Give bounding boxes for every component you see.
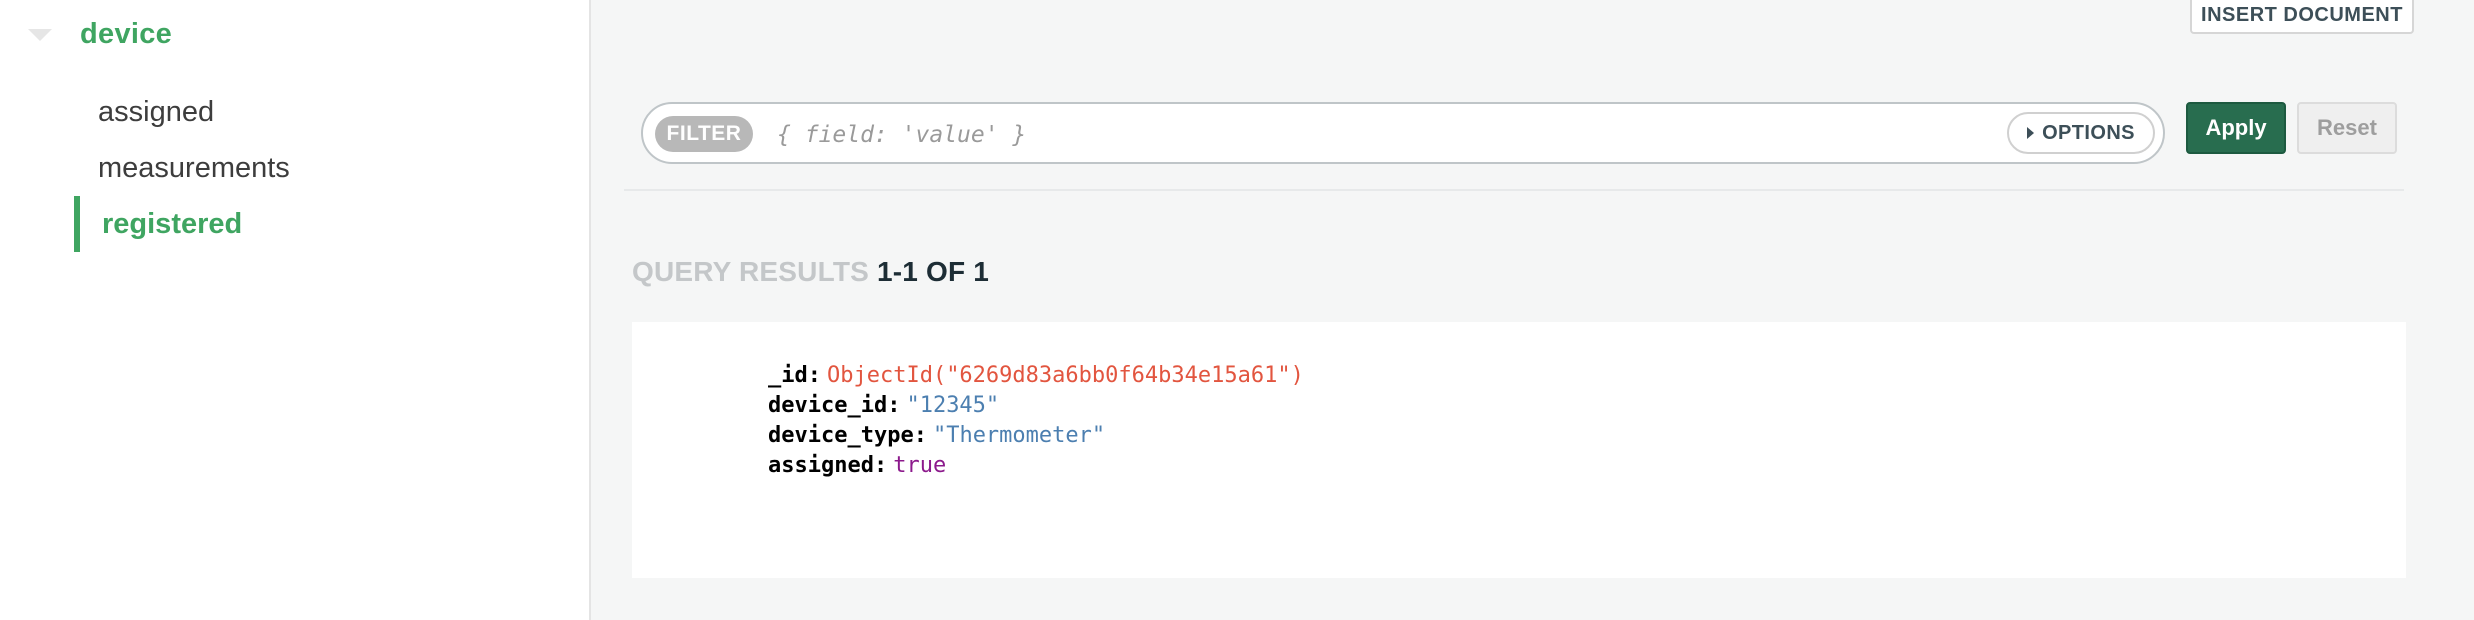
- database-row[interactable]: device: [28, 18, 172, 51]
- document-field-id: _id: ObjectId("6269d83a6bb0f64b34e15a61"…: [768, 360, 1304, 390]
- filter-bar: FILTER OPTIONS: [641, 102, 2165, 164]
- field-value: "Thermometer": [932, 422, 1106, 448]
- query-results-header: QUERY RESULTS 1-1 OF 1: [632, 256, 989, 288]
- document-field-device-id: device_id: "12345": [768, 390, 999, 420]
- sidebar: device assigned measurements registered: [0, 0, 591, 620]
- document-field-device-type: device_type: "Thermometer": [768, 420, 1105, 450]
- options-label: OPTIONS: [2042, 121, 2135, 144]
- field-key: device_type:: [768, 422, 927, 448]
- document-field-assigned: assigned: true: [768, 450, 946, 480]
- collection-label: assigned: [98, 95, 215, 128]
- filter-pill: FILTER: [655, 116, 753, 152]
- filter-input[interactable]: [775, 114, 1839, 156]
- apply-button[interactable]: Apply: [2186, 102, 2286, 154]
- field-key: device_id:: [768, 392, 901, 418]
- field-value: true: [893, 452, 947, 478]
- results-label: QUERY RESULTS: [632, 256, 870, 287]
- field-value: "12345": [906, 392, 1000, 418]
- field-key: assigned:: [768, 452, 888, 478]
- sidebar-item-assigned[interactable]: assigned: [74, 84, 214, 140]
- divider: [624, 189, 2404, 191]
- insert-document-button[interactable]: INSERT DOCUMENT: [2190, 0, 2414, 34]
- sidebar-item-registered[interactable]: registered: [74, 196, 242, 252]
- results-count: 1-1 OF 1: [877, 256, 990, 287]
- document-card[interactable]: _id: ObjectId("6269d83a6bb0f64b34e15a61"…: [632, 322, 2406, 578]
- field-value: ObjectId("6269d83a6bb0f64b34e15a61"): [826, 362, 1304, 388]
- collection-label: measurements: [98, 151, 290, 184]
- field-key: _id:: [768, 362, 821, 388]
- reset-button[interactable]: Reset: [2297, 102, 2397, 154]
- database-name: device: [80, 18, 173, 50]
- options-button[interactable]: OPTIONS: [2007, 112, 2155, 154]
- caret-down-icon[interactable]: [28, 28, 52, 41]
- caret-right-icon: [2027, 127, 2035, 139]
- sidebar-item-measurements[interactable]: measurements: [74, 140, 290, 196]
- collection-label: registered: [102, 207, 243, 240]
